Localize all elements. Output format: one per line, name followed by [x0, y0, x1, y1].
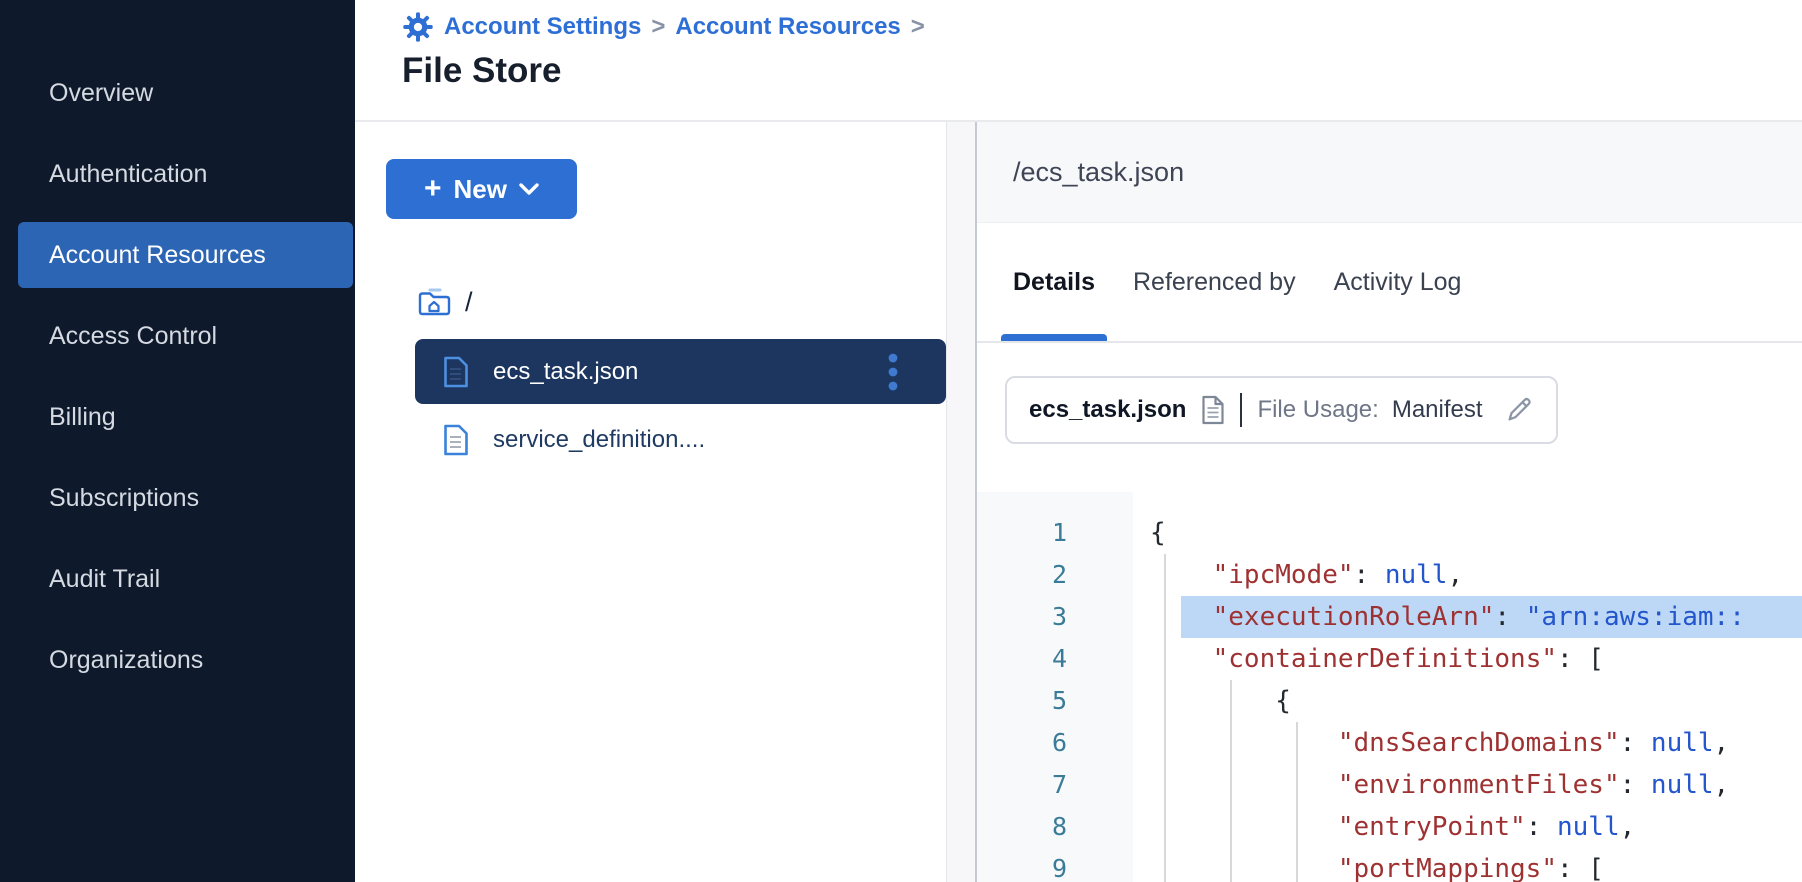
file-details-panel: /ecs_task.json DetailsReferenced byActiv… [977, 122, 1802, 882]
line-number: 1 [977, 512, 1067, 554]
sidebar-nav: Overview Authentication Account Resources A… [0, 0, 355, 882]
panel-scrollbar-gutter [947, 122, 975, 882]
code-viewer: 123456789 { "ipcMode": null, "executionR… [977, 492, 1802, 882]
page-header: Account Settings > Account Resources > File… [355, 0, 1802, 122]
code-line[interactable]: "environmentFiles": null, [1150, 764, 1802, 806]
chevron-down-icon [519, 183, 539, 195]
edit-pencil-icon[interactable] [1504, 395, 1534, 425]
home-folder-icon [417, 287, 451, 317]
tab-bar: DetailsReferenced byActivity Log [977, 223, 1802, 343]
file-tree: / ecs_task.json [355, 281, 946, 468]
line-number: 2 [977, 554, 1067, 596]
file-name: ecs_task.json [493, 358, 888, 386]
file-icon [443, 356, 469, 388]
code-line[interactable]: "dnsSearchDomains": null, [1150, 722, 1802, 764]
document-icon [1201, 395, 1225, 425]
tree-root-row[interactable]: / [417, 281, 946, 323]
file-icon [443, 424, 469, 456]
file-info-name: ecs_task.json [1029, 396, 1186, 424]
file-path-header: /ecs_task.json [977, 122, 1802, 223]
code-line[interactable]: "containerDefinitions": [ [1150, 638, 1802, 680]
code-content: { "ipcMode": null, "executionRoleArn": "… [1133, 492, 1802, 882]
line-number: 7 [977, 764, 1067, 806]
code-line[interactable]: { [1150, 680, 1802, 722]
tab-referenced-by[interactable]: Referenced by [1121, 223, 1308, 341]
kebab-menu-icon[interactable] [888, 353, 898, 391]
indent-guide [1164, 554, 1166, 882]
code-line-highlighted[interactable]: "executionRoleArn": "arn:aws:iam:: [1150, 596, 1802, 638]
tab-activity-log[interactable]: Activity Log [1322, 223, 1474, 341]
new-button-label: New [454, 174, 507, 205]
breadcrumb-link-account-resources[interactable]: Account Resources [675, 13, 900, 41]
breadcrumb-separator: > [651, 13, 665, 41]
vertical-divider [1240, 393, 1242, 427]
line-number: 4 [977, 638, 1067, 680]
breadcrumb: Account Settings > Account Resources > [402, 9, 1802, 45]
content-area: + New [355, 122, 1802, 882]
code-line[interactable]: "entryPoint": null, [1150, 806, 1802, 848]
tab-details[interactable]: Details [1001, 223, 1107, 341]
sidebar-item-overview[interactable]: Overview [18, 60, 353, 126]
code-line[interactable]: { [1150, 512, 1802, 554]
line-number: 3 [977, 596, 1067, 638]
new-button[interactable]: + New [386, 159, 577, 219]
code-gutter: 123456789 [977, 492, 1133, 882]
main-area: Account Settings > Account Resources > File… [355, 0, 1802, 882]
indent-guide [1296, 722, 1298, 882]
code-line[interactable]: "portMappings": [ [1150, 848, 1802, 882]
sidebar-item-authentication[interactable]: Authentication [18, 141, 353, 207]
breadcrumb-link-account-settings[interactable]: Account Settings [444, 13, 641, 41]
tree-root-label: / [465, 287, 473, 318]
line-number: 9 [977, 848, 1067, 882]
sidebar-item-billing[interactable]: Billing [18, 384, 353, 450]
app-window: OverviewAuthenticationAccount ResourcesA… [0, 0, 1802, 882]
gear-icon [402, 11, 434, 43]
file-row-selected[interactable]: ecs_task.json [415, 339, 946, 404]
indent-guide [1230, 680, 1232, 882]
file-info-box: ecs_task.json File Usage: Manifest [1005, 376, 1558, 444]
file-name: service_definition.... [493, 426, 946, 454]
file-usage-value: Manifest [1392, 396, 1483, 424]
sidebar-item-organizations[interactable]: Organizations [18, 627, 353, 693]
plus-icon: + [424, 174, 442, 204]
file-path-text: /ecs_task.json [1013, 157, 1184, 188]
sidebar-item-account-resources[interactable]: Account Resources [18, 222, 353, 288]
file-store-panel: + New [355, 122, 947, 882]
line-number: 5 [977, 680, 1067, 722]
page-title: File Store [402, 51, 1802, 91]
line-number: 8 [977, 806, 1067, 848]
code-line[interactable]: "ipcMode": null, [1150, 554, 1802, 596]
sidebar-item-audit-trail[interactable]: Audit Trail [18, 546, 353, 612]
line-number: 6 [977, 722, 1067, 764]
breadcrumb-separator: > [911, 13, 925, 41]
file-row[interactable]: service_definition.... [415, 412, 946, 468]
file-usage-label: File Usage: [1257, 396, 1378, 424]
breadcrumb-links: Account Settings > Account Resources > [444, 13, 925, 41]
sidebar-item-access-control[interactable]: Access Control [18, 303, 353, 369]
sidebar-item-subscriptions[interactable]: Subscriptions [18, 465, 353, 531]
